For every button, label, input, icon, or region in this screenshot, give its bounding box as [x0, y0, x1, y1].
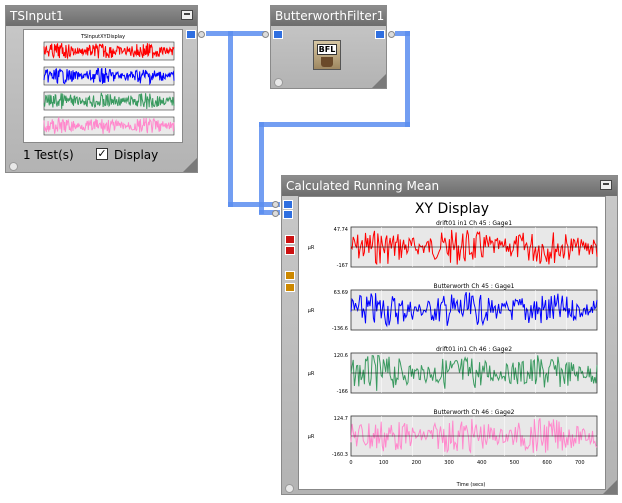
y-min-4: -160.3 [332, 452, 348, 458]
wire-filter-left [259, 122, 410, 127]
running-amber-port-1[interactable] [285, 271, 295, 280]
running-input-port-1[interactable] [283, 200, 293, 209]
plot-title-3: drift01 in1 Ch 46 : Gage2 [436, 346, 512, 353]
tsinput-knob[interactable] [9, 162, 18, 171]
display-checkbox[interactable]: ✓ [96, 148, 108, 160]
filter-icon[interactable]: BFL [313, 40, 341, 70]
wire-filter-down [405, 31, 410, 127]
running-resize-handle[interactable] [603, 480, 617, 494]
tsinput-node[interactable]: TSInput1 TSInputXYDisplay 1 Test(s) ✓ Di… [5, 5, 198, 173]
x-tick-500: 500 [510, 460, 520, 466]
filter-output-connector[interactable] [388, 31, 395, 38]
running-knob[interactable] [285, 484, 294, 493]
running-mean-node[interactable]: Calculated Running Mean XY Display drift… [281, 175, 618, 495]
tsinput-output-port[interactable] [186, 30, 196, 39]
running-title: Calculated Running Mean [286, 179, 440, 193]
x-tick-100: 100 [379, 460, 389, 466]
y-min-2: -136.6 [332, 326, 348, 332]
y-unit-4: μR [308, 434, 315, 440]
y-max-1: 47.74 [334, 227, 348, 233]
y-min-1: -167 [337, 263, 348, 269]
running-red-port-2[interactable] [285, 246, 295, 255]
plot-title-2: Butterworth Ch 45 : Gage1 [434, 283, 515, 290]
wire-filter-down2 [259, 122, 264, 214]
y-max-4: 124.7 [334, 416, 348, 422]
running-input-connector-1[interactable] [272, 201, 279, 208]
wire-ts-down [228, 31, 233, 207]
running-input-port-2[interactable] [283, 210, 293, 219]
filter-knob[interactable] [274, 78, 283, 87]
filter-node[interactable]: ButterworthFilter1 BFL [270, 5, 387, 89]
filter-resize-handle[interactable] [372, 74, 386, 88]
y-unit-3: μR [308, 371, 315, 377]
filter-icon-label: BFL [317, 44, 337, 55]
plot-title-1: drift01 in1 Ch 45 : Gage1 [436, 220, 512, 227]
y-max-3: 120.6 [334, 353, 348, 359]
running-window-button[interactable] [600, 180, 612, 190]
y-unit-1: μR [308, 245, 315, 251]
y-min-3: -166 [337, 389, 348, 395]
tsinput-title: TSInput1 [10, 9, 64, 23]
tsinput-thumbnail-svg: TSInputXYDisplay [43, 34, 175, 136]
tsinput-window-button[interactable] [181, 10, 193, 20]
x-tick-600: 600 [542, 460, 552, 466]
x-tick-700: 700 [575, 460, 585, 466]
plot-title-4: Butterworth Ch 46 : Gage2 [434, 409, 515, 416]
tsinput-output-connector[interactable] [198, 31, 205, 38]
running-red-port-1[interactable] [285, 235, 295, 244]
cup-icon [321, 57, 333, 67]
x-tick-400: 400 [477, 460, 487, 466]
filter-output-port[interactable] [375, 30, 385, 39]
thumbnail-title: TSInputXYDisplay [80, 34, 125, 40]
tsinput-thumbnail[interactable]: TSInputXYDisplay [23, 29, 183, 143]
filter-title: ButterworthFilter1 [275, 9, 385, 23]
y-max-2: 63.69 [334, 290, 348, 296]
filter-input-port[interactable] [273, 30, 283, 39]
display-label: Display [114, 148, 159, 162]
xy-display[interactable]: XY Display drift01 in1 Ch 45 : Gage1 47.7… [298, 196, 606, 490]
x-tick-200: 200 [412, 460, 422, 466]
x-tick-0: 0 [349, 460, 352, 466]
tests-count: 1 Test(s) [23, 148, 74, 162]
xy-display-title: XY Display [415, 201, 489, 217]
running-input-connector-2[interactable] [272, 210, 279, 217]
filter-input-connector[interactable] [262, 31, 269, 38]
wire-ts-to-filter [206, 31, 266, 36]
x-tick-300: 300 [444, 460, 454, 466]
running-amber-port-2[interactable] [285, 283, 295, 292]
y-unit-2: μR [308, 308, 315, 314]
xy-display-svg: XY Display drift01 in1 Ch 45 : Gage1 47.7… [308, 201, 598, 488]
tsinput-resize-handle[interactable] [183, 158, 197, 172]
x-axis-label: Time (secs) [456, 482, 486, 488]
